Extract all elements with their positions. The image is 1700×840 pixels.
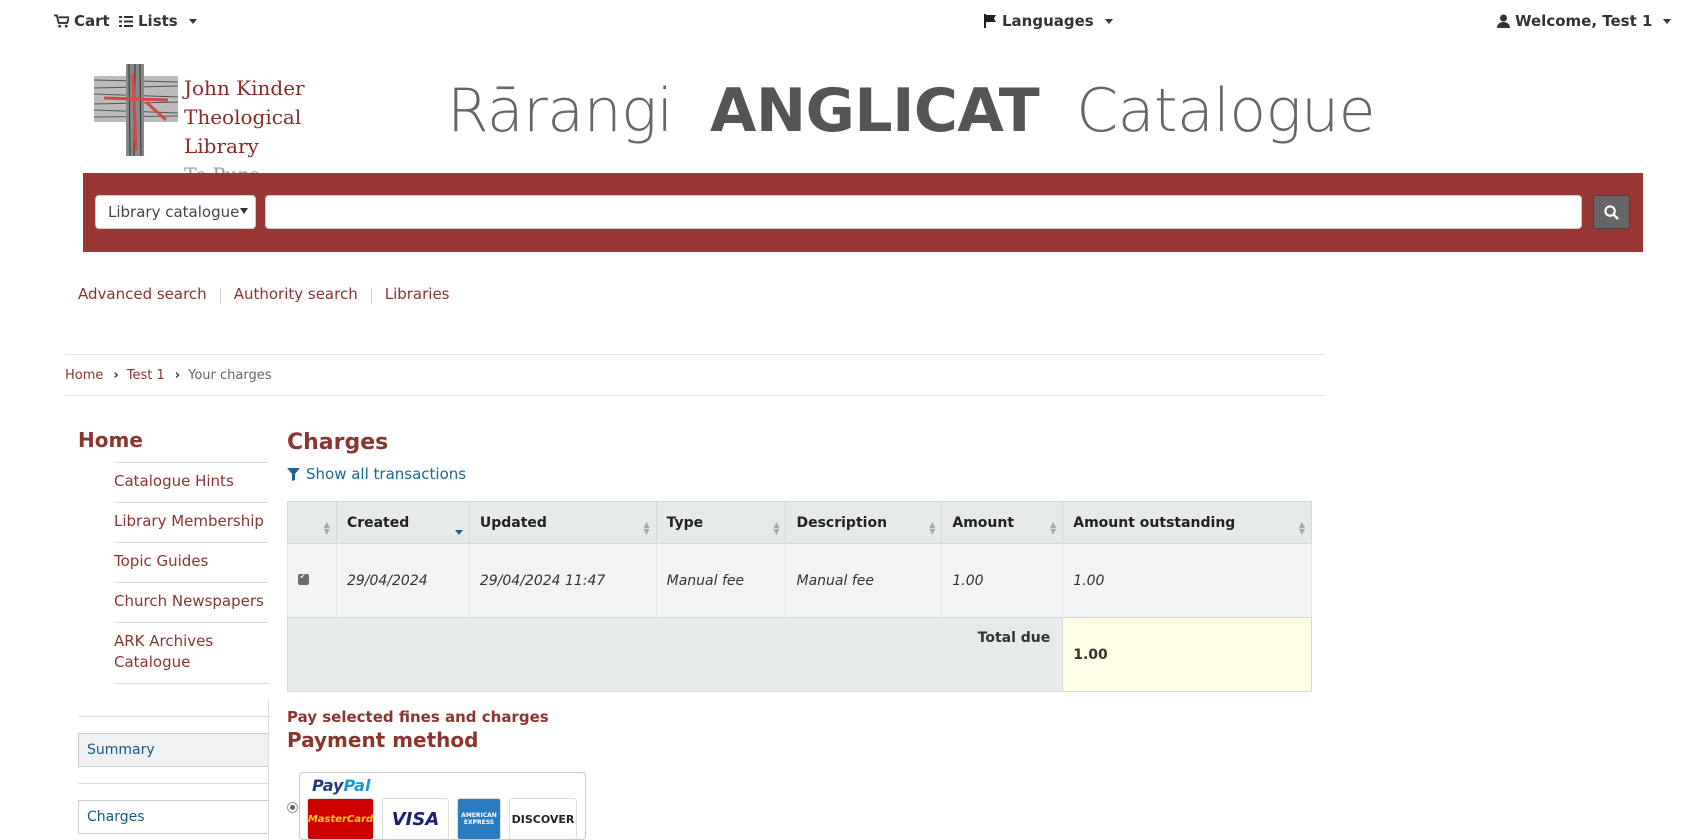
paypal-logo-pay: Pay — [312, 776, 344, 795]
search-scope-select[interactable]: Library catalogue — [95, 195, 256, 229]
welcome-label: Welcome, Test 1 — [1515, 12, 1653, 30]
user-menu-charges[interactable]: Charges — [78, 800, 268, 834]
lists-dropdown[interactable]: Lists — [119, 12, 197, 30]
cart-button[interactable]: Cart — [54, 12, 110, 30]
advanced-search-link[interactable]: Advanced search — [78, 285, 207, 304]
catalogue-title: Rārangi ANGLICAT Catalogue — [447, 76, 1376, 146]
side-navigation: Home Catalogue Hints Library Membership … — [78, 428, 268, 684]
search-input[interactable] — [265, 195, 1582, 229]
logo-line-2: Theological Library — [184, 105, 302, 158]
page-title: Charges — [287, 430, 389, 455]
cross-logo-icon — [94, 64, 178, 156]
amex-icon: AMERICAN EXPRESS — [457, 798, 501, 839]
logo-line-1: John Kinder — [184, 76, 305, 100]
chevron-down-icon — [188, 18, 197, 24]
table-footer-row: Total due 1.00 — [286, 617, 1312, 692]
cell-type: Manual fee — [655, 543, 787, 618]
list-icon — [119, 15, 133, 27]
column-header-description[interactable]: Description ▲ ▼ — [785, 501, 943, 544]
search-icon — [1604, 204, 1619, 220]
sort-icon: ▲ ▼ — [1050, 520, 1057, 536]
title-part-2: ANGLICAT — [709, 76, 1040, 146]
breadcrumb-current: Your charges — [188, 367, 272, 383]
mastercard-icon: MasterCard — [307, 798, 374, 839]
sidenav-list: Catalogue Hints Library Membership Topic… — [114, 462, 268, 684]
chevron-right-icon: › — [113, 367, 119, 383]
title-part-3: Catalogue — [1076, 76, 1376, 146]
filter-icon — [287, 467, 300, 481]
paypal-option[interactable]: PayPal MasterCard VISA AMERICAN EXPRESS … — [299, 772, 586, 840]
sidenav-item-library-membership[interactable]: Library Membership — [114, 502, 268, 542]
divider — [219, 288, 221, 304]
sidenav-item-church-newspapers[interactable]: Church Newspapers — [114, 582, 268, 622]
chevron-down-icon — [240, 208, 248, 214]
search-bar: Library catalogue — [83, 173, 1643, 252]
sidenav-item-topic-guides[interactable]: Topic Guides — [114, 542, 268, 582]
payment-method-heading: Payment method — [287, 728, 479, 752]
sort-icon: ▲ ▼ — [1298, 520, 1305, 536]
cell-amount: 1.00 — [941, 543, 1064, 618]
main-content: Charges Show all transactions ▲ ▼ Created… — [286, 430, 1312, 840]
paypal-logo-pal: Pal — [343, 776, 371, 795]
divider — [370, 288, 372, 304]
cart-icon — [54, 14, 69, 28]
sidenav-item-ark-archives[interactable]: ARK Archives Catalogue — [114, 622, 268, 684]
user-menu-dropdown[interactable]: Welcome, Test 1 — [1497, 12, 1672, 30]
top-navbar: Cart Lists Languages Welcome, Test 1 — [0, 0, 1700, 44]
total-due-value: 1.00 — [1062, 617, 1312, 692]
divider — [78, 783, 268, 784]
more-searches-nav: Advanced search Authority search Librari… — [78, 285, 450, 304]
column-header-select[interactable]: ▲ ▼ — [287, 501, 337, 544]
flag-icon — [984, 14, 996, 28]
show-all-transactions-link[interactable]: Show all transactions — [287, 465, 1312, 483]
user-account-menu: Summary Charges — [78, 700, 269, 840]
sort-icon: ▲ ▼ — [323, 520, 330, 536]
chevron-down-icon — [1663, 18, 1672, 24]
user-icon — [1497, 14, 1510, 28]
breadcrumb-user[interactable]: Test 1 — [127, 368, 165, 383]
sidenav-item-catalogue-hints[interactable]: Catalogue Hints — [114, 462, 268, 502]
languages-label: Languages — [1002, 12, 1094, 30]
cell-outstanding: 1.00 — [1062, 543, 1312, 618]
column-header-type[interactable]: Type ▲ ▼ — [655, 501, 787, 544]
pay-selected-heading: Pay selected fines and charges — [287, 708, 549, 726]
search-button[interactable] — [1593, 195, 1630, 229]
chevron-right-icon: › — [174, 367, 181, 383]
row-select-cell — [287, 543, 337, 618]
sort-icon: ▲ ▼ — [929, 520, 936, 536]
paypal-logo: PayPal — [312, 776, 370, 795]
paypal-radio[interactable] — [287, 802, 298, 813]
cell-updated: 29/04/2024 11:47 — [468, 543, 657, 618]
table-header-row: ▲ ▼ Created Updated ▲ ▼ Type ▲ ▼ Description ▲… — [287, 501, 1312, 544]
visa-icon: VISA — [382, 798, 449, 839]
row-checkbox[interactable] — [298, 571, 309, 585]
column-header-updated[interactable]: Updated ▲ ▼ — [468, 501, 657, 544]
cell-created: 29/04/2024 — [335, 543, 470, 618]
cell-description: Manual fee — [785, 543, 943, 618]
column-header-created[interactable]: Created — [335, 501, 470, 544]
title-part-1: Rārangi — [447, 76, 673, 146]
libraries-link[interactable]: Libraries — [385, 285, 450, 304]
library-logo[interactable]: John Kinder Theological Library Te Puna … — [94, 64, 356, 215]
user-menu-summary[interactable]: Summary — [78, 733, 268, 767]
sort-desc-icon — [454, 530, 463, 535]
total-due-label: Total due — [286, 617, 1064, 692]
languages-dropdown[interactable]: Languages — [984, 12, 1113, 30]
authority-search-link[interactable]: Authority search — [234, 285, 358, 304]
breadcrumb: Home › Test 1 › Your charges — [65, 354, 1325, 396]
sidenav-home-link[interactable]: Home — [78, 428, 268, 452]
filter-label: Show all transactions — [306, 465, 467, 483]
discover-icon: DISCOVER — [509, 798, 577, 839]
divider — [78, 716, 268, 717]
breadcrumb-home[interactable]: Home — [65, 368, 103, 383]
table-row: 29/04/2024 29/04/2024 11:47 Manual fee M… — [287, 543, 1312, 618]
column-header-amount[interactable]: Amount ▲ ▼ — [941, 501, 1064, 544]
lists-label: Lists — [138, 12, 178, 30]
cart-label: Cart — [74, 12, 110, 30]
chevron-down-icon — [1104, 18, 1113, 24]
sort-icon: ▲ ▼ — [643, 520, 650, 536]
column-header-outstanding[interactable]: Amount outstanding ▲ ▼ — [1062, 501, 1312, 544]
charges-table: ▲ ▼ Created Updated ▲ ▼ Type ▲ ▼ Description ▲… — [286, 501, 1312, 692]
sort-icon: ▲ ▼ — [773, 520, 780, 536]
